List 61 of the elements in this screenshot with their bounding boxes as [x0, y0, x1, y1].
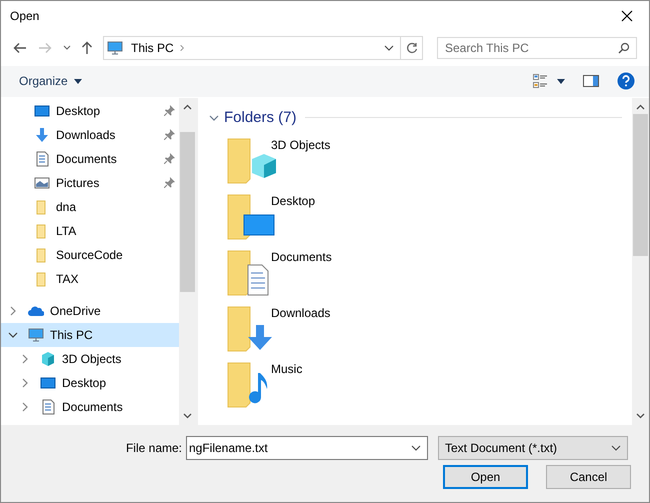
folder-item[interactable]: Desktop	[226, 186, 426, 242]
window-title: Open	[10, 9, 40, 23]
nav-item[interactable]: LTA	[1, 218, 179, 243]
open-button[interactable]: Open	[443, 465, 528, 490]
nav-item[interactable]: Downloads	[1, 122, 179, 147]
group-header[interactable]: Folders (7)	[224, 109, 297, 126]
forward-arrow-icon	[38, 42, 52, 54]
nav-item[interactable]: SourceCode	[1, 242, 179, 267]
cancel-button[interactable]: Cancel	[546, 465, 631, 490]
search-field[interactable]: Search This PC	[437, 36, 637, 59]
file-type-dropdown[interactable]: Text Document (*.txt)	[438, 436, 628, 460]
document-icon	[34, 150, 50, 167]
close-icon	[621, 10, 633, 22]
scrollbar[interactable]	[632, 98, 649, 426]
nav-item[interactable]: TAX	[1, 266, 179, 291]
organize-button[interactable]: Organize	[19, 69, 82, 94]
nav-item[interactable]: Documents	[1, 146, 179, 171]
computer-icon	[107, 40, 123, 56]
tree-item[interactable]: 3D Objects	[1, 346, 179, 371]
caret-icon	[611, 444, 621, 451]
help-icon	[617, 72, 635, 90]
caret-icon	[74, 78, 82, 84]
folder-item[interactable]: Documents	[226, 242, 426, 298]
cube-icon	[40, 350, 56, 367]
scroll-down-icon	[183, 413, 192, 420]
caret-icon[interactable]	[411, 444, 421, 451]
scroll-up-icon	[183, 104, 192, 110]
scrollbar-thumb[interactable]	[180, 132, 195, 292]
monitor-icon	[40, 374, 56, 391]
tree-item[interactable]: OneDrive	[1, 298, 179, 323]
tree-item[interactable]: Documents	[1, 394, 179, 419]
file-name-field[interactable]: ngFilename.txt	[186, 436, 428, 460]
address-bar[interactable]: This PC	[103, 36, 423, 60]
computer-icon	[28, 326, 44, 343]
folder-item[interactable]: 3D Objects	[226, 130, 426, 186]
up-arrow-icon	[81, 40, 93, 55]
caret-icon	[557, 78, 565, 84]
back-arrow-icon	[13, 42, 27, 54]
file-name-label: File name:	[124, 440, 183, 455]
search-icon	[618, 42, 630, 54]
picture-icon	[34, 174, 50, 191]
scroll-up-icon	[636, 104, 645, 110]
preview-pane-icon	[583, 75, 599, 88]
folder-item[interactable]: Music	[226, 354, 426, 410]
address-segment[interactable]: This PC	[127, 40, 178, 55]
down-arrow-icon	[34, 126, 50, 143]
document-icon	[40, 398, 56, 415]
tree-item[interactable]: Desktop	[1, 370, 179, 395]
scrollbar[interactable]	[179, 98, 196, 426]
caret-icon	[63, 44, 71, 51]
details-view-icon	[533, 74, 547, 88]
tree-item[interactable]: This PC	[1, 322, 179, 347]
scroll-down-icon	[636, 413, 645, 420]
folder-item[interactable]: Downloads	[226, 298, 426, 354]
caret-icon	[384, 44, 394, 51]
refresh-icon	[406, 42, 418, 54]
nav-item[interactable]: Pictures	[1, 170, 179, 195]
nav-item[interactable]: dna	[1, 194, 179, 219]
nav-item[interactable]: Desktop	[1, 98, 179, 123]
scrollbar-thumb[interactable]	[633, 114, 648, 256]
monitor-icon	[34, 102, 50, 119]
